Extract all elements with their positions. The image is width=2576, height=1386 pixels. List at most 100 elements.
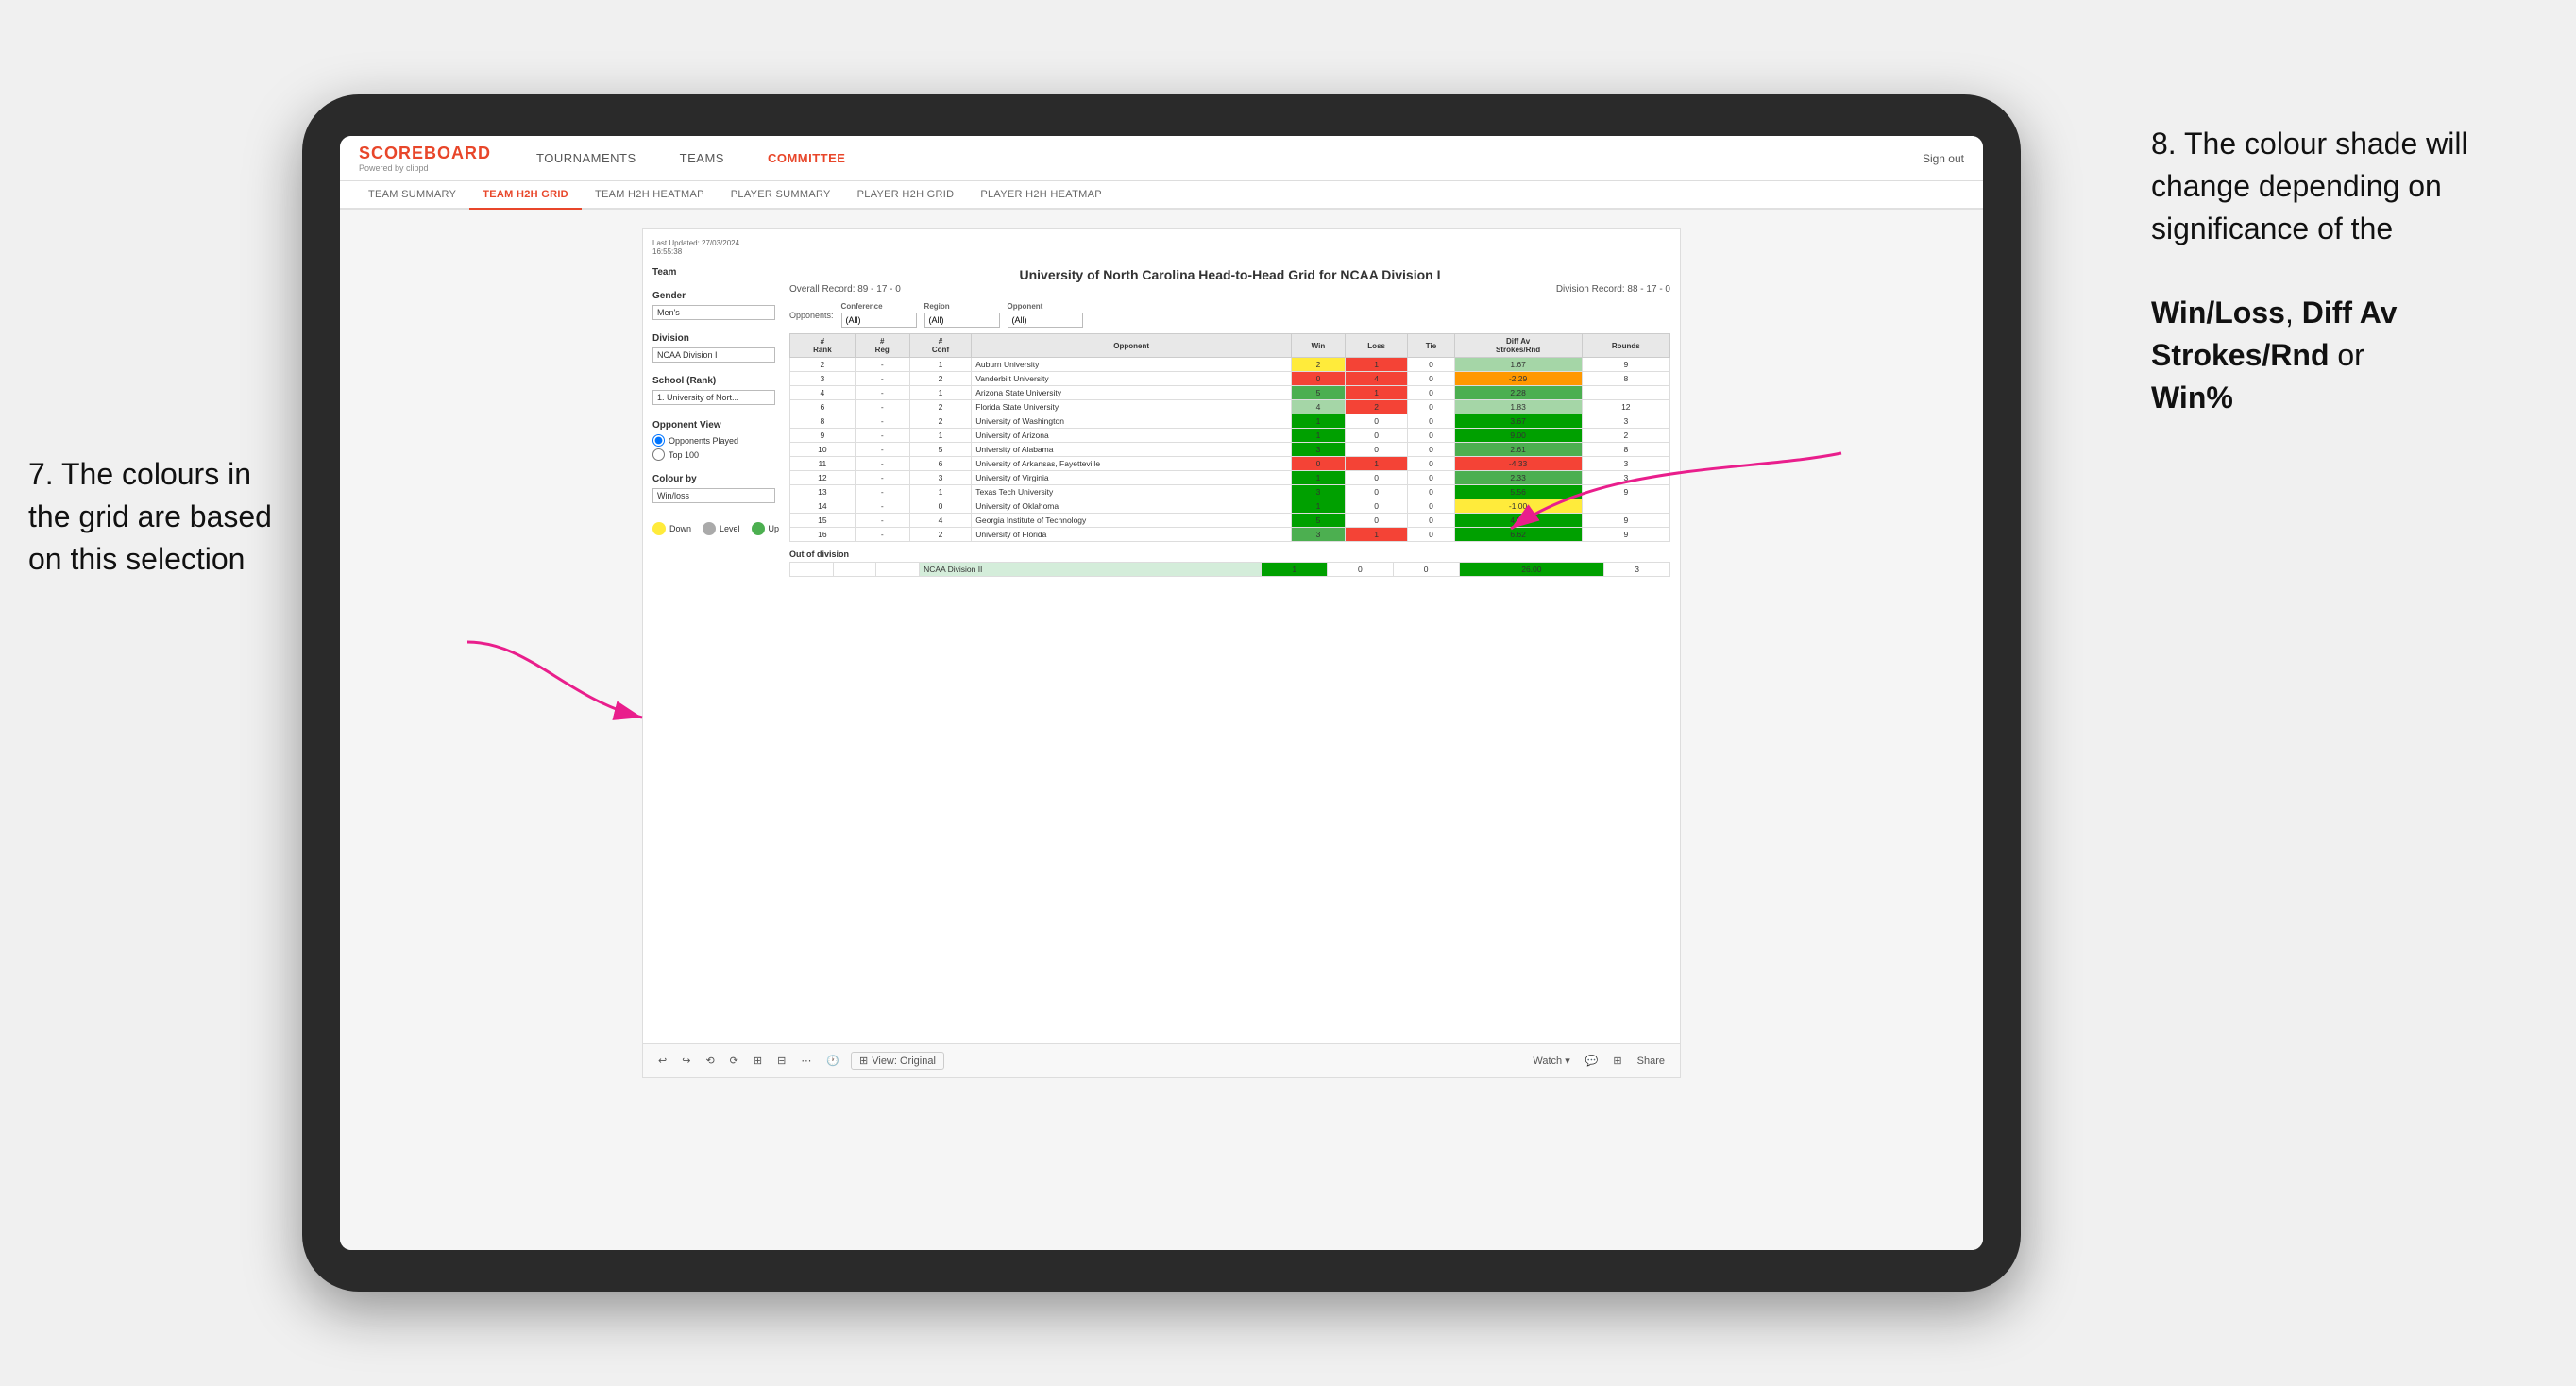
cell-win: 5 [1292,386,1346,400]
view-original-btn[interactable]: ⊞ View: Original [851,1052,944,1070]
out-div-conf [876,563,920,577]
radio-opponents-played[interactable] [652,434,665,447]
cell-rounds: 9 [1582,358,1669,372]
radio-top-100[interactable] [652,448,665,461]
legend-down: Down [652,522,691,535]
out-div-loss: 0 [1328,563,1394,577]
colour-by-select[interactable]: Win/loss [652,488,775,503]
toolbar-undo[interactable]: ↩ [654,1053,670,1069]
toolbar-redo[interactable]: ↪ [678,1053,694,1069]
cell-reg: - [855,457,909,471]
cell-diff: 9.00 [1454,429,1582,443]
nav-tournaments[interactable]: TOURNAMENTS [529,147,644,169]
out-div-reg [833,563,876,577]
annotation-left: 7. The colours in the grid are based on … [28,453,293,580]
toolbar-layout[interactable]: ⊟ [773,1053,789,1069]
gender-select[interactable]: Men's [652,305,775,320]
toolbar-share[interactable]: Share [1634,1054,1669,1069]
cell-tie: 0 [1408,499,1454,514]
division-select[interactable]: NCAA Division I [652,347,775,363]
col-win: Win [1292,334,1346,358]
ipad-screen: SCOREBOARD Powered by clippd TOURNAMENTS… [340,136,1983,1250]
grid-subtitle: Overall Record: 89 - 17 - 0 Division Rec… [789,284,1670,295]
cell-opponent: University of Alabama [972,443,1292,457]
cell-rank: 15 [790,514,856,528]
cell-reg: - [855,414,909,429]
toolbar-watch[interactable]: Watch ▾ [1529,1053,1573,1069]
cell-win: 1 [1292,429,1346,443]
division-record: Division Record: 88 - 17 - 0 [1556,284,1670,295]
cell-rounds: 3 [1582,414,1669,429]
cell-reg: - [855,528,909,542]
left-panel: Team Gender Men's Division NCAA Division… [652,267,775,535]
subnav-team-summary[interactable]: TEAM SUMMARY [355,181,469,210]
cell-opponent: Texas Tech University [972,485,1292,499]
conference-select[interactable]: (All) [841,313,917,328]
cell-diff: 6.62 [1454,528,1582,542]
logo-area: SCOREBOARD Powered by clippd [359,144,491,173]
cell-rounds: 9 [1582,528,1669,542]
opponent-view-label: Opponent View [652,420,775,431]
cell-rank: 9 [790,429,856,443]
table-row: 8 - 2 University of Washington 1 0 0 3.6… [790,414,1670,429]
subnav-team-h2h-heatmap[interactable]: TEAM H2H HEATMAP [582,181,718,210]
sign-out-link[interactable]: Sign out [1907,152,1964,165]
cell-rounds: 8 [1582,372,1669,386]
cell-reg: - [855,429,909,443]
school-select[interactable]: 1. University of Nort... [652,390,775,405]
legend-up-dot [752,522,765,535]
subnav-team-h2h-grid[interactable]: TEAM H2H GRID [469,181,582,210]
cell-loss: 0 [1345,514,1408,528]
cell-opponent: Vanderbilt University [972,372,1292,386]
subnav-player-summary[interactable]: PLAYER SUMMARY [718,181,844,210]
cell-tie: 0 [1408,358,1454,372]
out-of-division-table: NCAA Division II 1 0 0 26.00 3 [789,562,1670,577]
cell-win: 1 [1292,414,1346,429]
region-select[interactable]: (All) [924,313,1000,328]
cell-rounds: 9 [1582,514,1669,528]
nav-teams[interactable]: TEAMS [672,147,732,169]
overall-record: Overall Record: 89 - 17 - 0 [789,284,901,295]
cell-opponent: University of Oklahoma [972,499,1292,514]
toolbar-refresh[interactable]: ⟳ [726,1053,742,1069]
grid-title: University of North Carolina Head-to-Hea… [789,267,1670,282]
school-label: School (Rank) [652,376,775,386]
cell-rank: 8 [790,414,856,429]
subnav-player-h2h-heatmap[interactable]: PLAYER H2H HEATMAP [967,181,1114,210]
cell-win: 1 [1292,499,1346,514]
col-diff: Diff AvStrokes/Rnd [1454,334,1582,358]
cell-opponent: University of Washington [972,414,1292,429]
cell-opponent: Georgia Institute of Technology [972,514,1292,528]
subnav-player-h2h-grid[interactable]: PLAYER H2H GRID [844,181,968,210]
col-reg: #Reg [855,334,909,358]
cell-loss: 0 [1345,443,1408,457]
conference-filter: Conference (All) [841,302,917,328]
ipad-frame: SCOREBOARD Powered by clippd TOURNAMENTS… [302,94,2021,1292]
cell-win: 0 [1292,457,1346,471]
cell-win: 3 [1292,485,1346,499]
nav-committee[interactable]: COMMITTEE [760,147,854,169]
table-row: 11 - 6 University of Arkansas, Fayettevi… [790,457,1670,471]
cell-tie: 0 [1408,485,1454,499]
toolbar-comment[interactable]: 💬 [1582,1053,1602,1069]
filter-row: Opponents: Conference (All) Region ( [789,302,1670,328]
toolbar-back[interactable]: ⟲ [702,1053,718,1069]
grid-area: University of North Carolina Head-to-Hea… [789,267,1670,1007]
cell-conf: 0 [909,499,971,514]
toolbar-more[interactable]: ⋯ [797,1053,815,1069]
col-tie: Tie [1408,334,1454,358]
cell-rank: 3 [790,372,856,386]
cell-diff: -2.29 [1454,372,1582,386]
toolbar-copy[interactable]: ⊞ [750,1053,766,1069]
division-label: Division [652,333,775,344]
opponent-select[interactable]: (All) [1008,313,1083,328]
legend: Down Level Up [652,522,775,535]
logo-text: SCOREBOARD [359,144,491,163]
cell-tie: 0 [1408,414,1454,429]
toolbar-clock[interactable]: 🕐 [822,1053,843,1069]
cell-opponent: Auburn University [972,358,1292,372]
cell-diff: 2.33 [1454,471,1582,485]
cell-diff: 5.56 [1454,485,1582,499]
cell-conf: 6 [909,457,971,471]
toolbar-embed[interactable]: ⊞ [1609,1053,1625,1069]
